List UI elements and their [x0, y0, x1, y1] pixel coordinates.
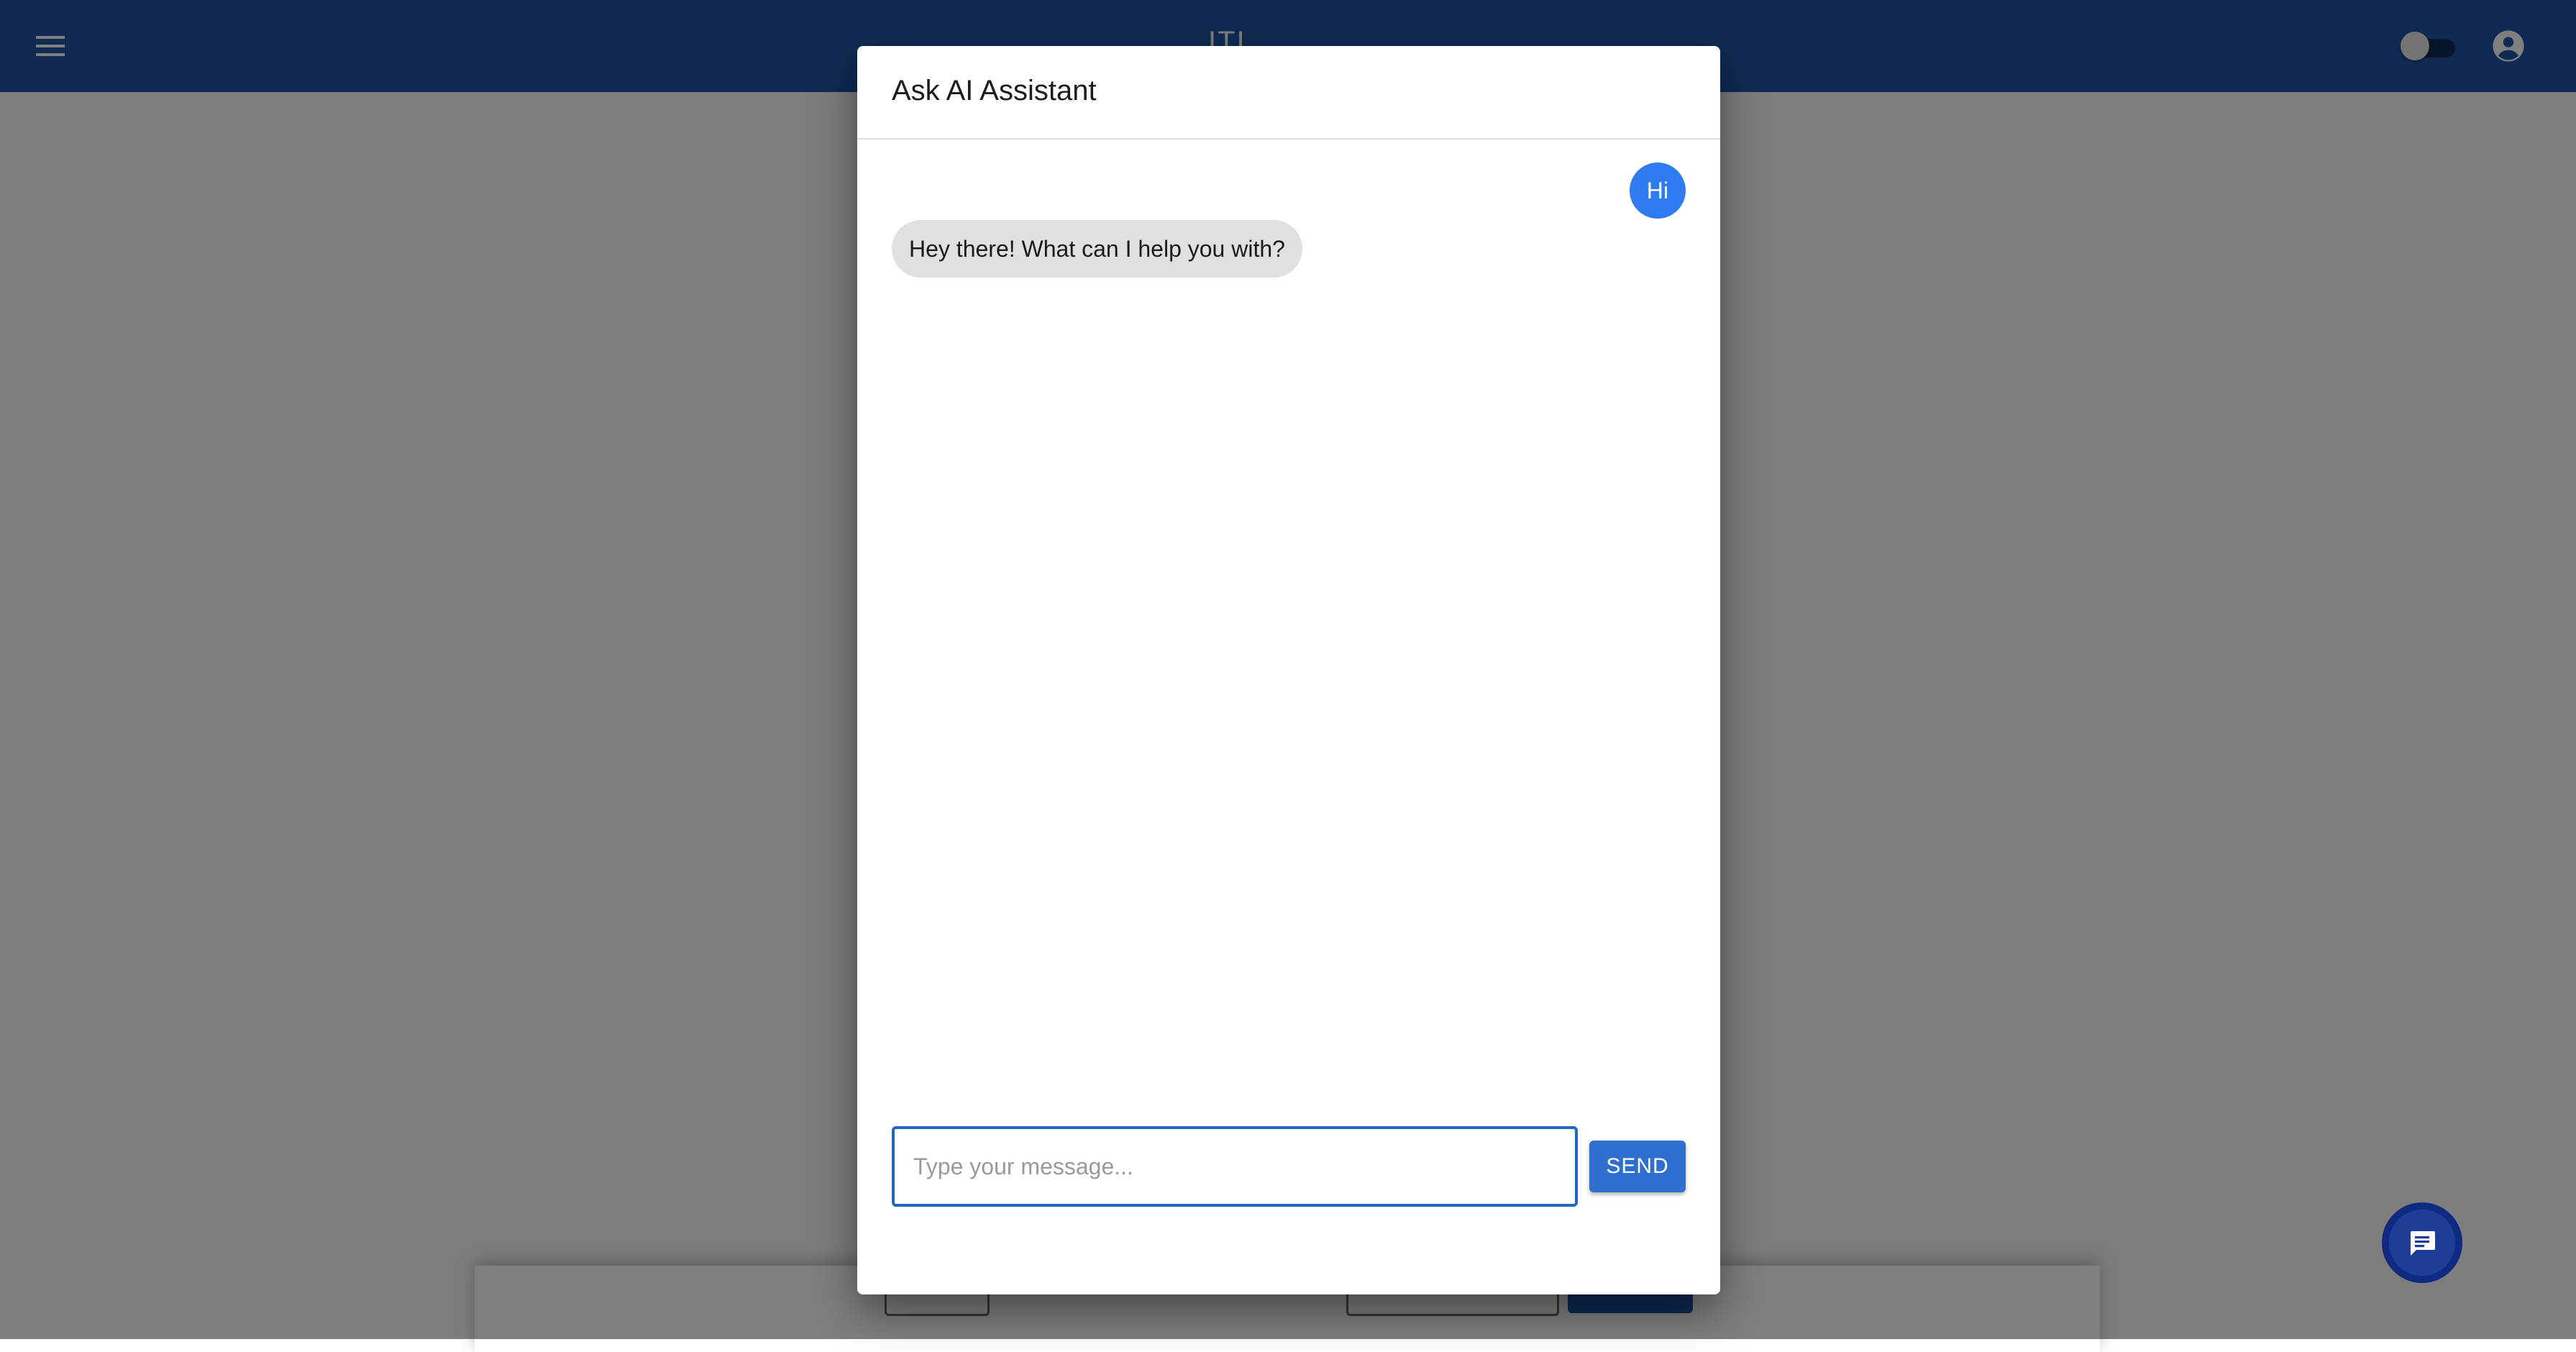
dialog-title: Ask AI Assistant: [892, 75, 1097, 106]
chat-fab-inner: [2390, 1211, 2454, 1274]
chat-icon: [2411, 1231, 2435, 1256]
dialog-divider: [857, 138, 1720, 140]
chat-fab-button[interactable]: [2382, 1202, 2462, 1283]
assistant-message-bubble: Hey there! What can I help you with?: [892, 220, 1302, 278]
ai-assistant-dialog: Ask AI Assistant Hi Hey there! What can …: [857, 46, 1720, 1294]
send-button[interactable]: SEND: [1589, 1141, 1686, 1192]
user-message-bubble: Hi: [1629, 163, 1686, 219]
message-input[interactable]: [892, 1126, 1578, 1207]
